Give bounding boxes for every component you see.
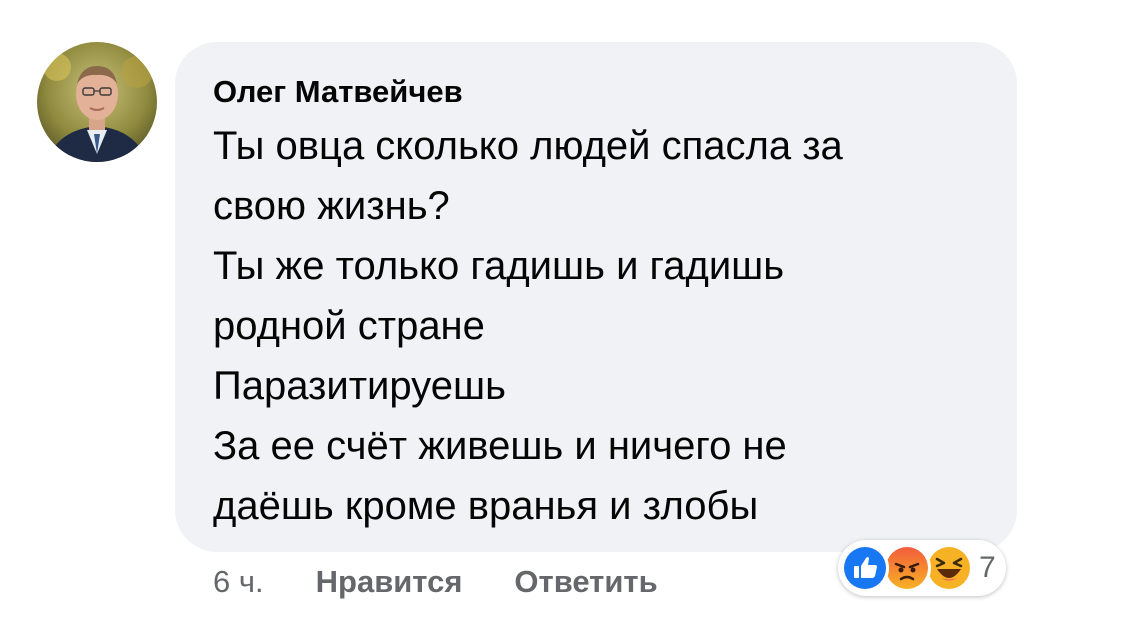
comment-text-line: родной стране xyxy=(213,304,485,348)
like-icon xyxy=(841,544,889,592)
like-button[interactable]: Нравится xyxy=(316,564,463,600)
comment-bubble: Олег Матвейчев Ты овца сколько людей спа… xyxy=(175,42,1017,552)
angry-icon xyxy=(883,544,931,592)
comment-text-line: За ее счёт живешь и ничего не xyxy=(213,424,787,468)
comment-actions: 6 ч. Нравится Ответить xyxy=(213,560,710,604)
comment-text-line: даёшь кроме вранья и злобы xyxy=(213,484,759,528)
comment-text-line: Паразитируешь xyxy=(213,364,506,408)
comment: Олег Матвейчев Ты овца сколько людей спа… xyxy=(0,0,1125,620)
comment-text-line: свою жизнь? xyxy=(213,184,450,228)
reply-button[interactable]: Ответить xyxy=(514,564,657,600)
comment-text-line: Ты же только гадишь и гадишь xyxy=(213,244,785,288)
haha-icon xyxy=(925,544,973,592)
avatar[interactable] xyxy=(37,42,157,162)
comment-author[interactable]: Олег Матвейчев xyxy=(213,73,987,111)
reaction-count: 7 xyxy=(979,551,996,584)
comment-text: Ты овца сколько людей спасла за свою жиз… xyxy=(213,116,987,536)
comment-timestamp[interactable]: 6 ч. xyxy=(213,564,264,600)
reactions-summary[interactable]: 7 xyxy=(838,540,1006,596)
comment-text-line: Ты овца сколько людей спасла за xyxy=(213,124,843,168)
